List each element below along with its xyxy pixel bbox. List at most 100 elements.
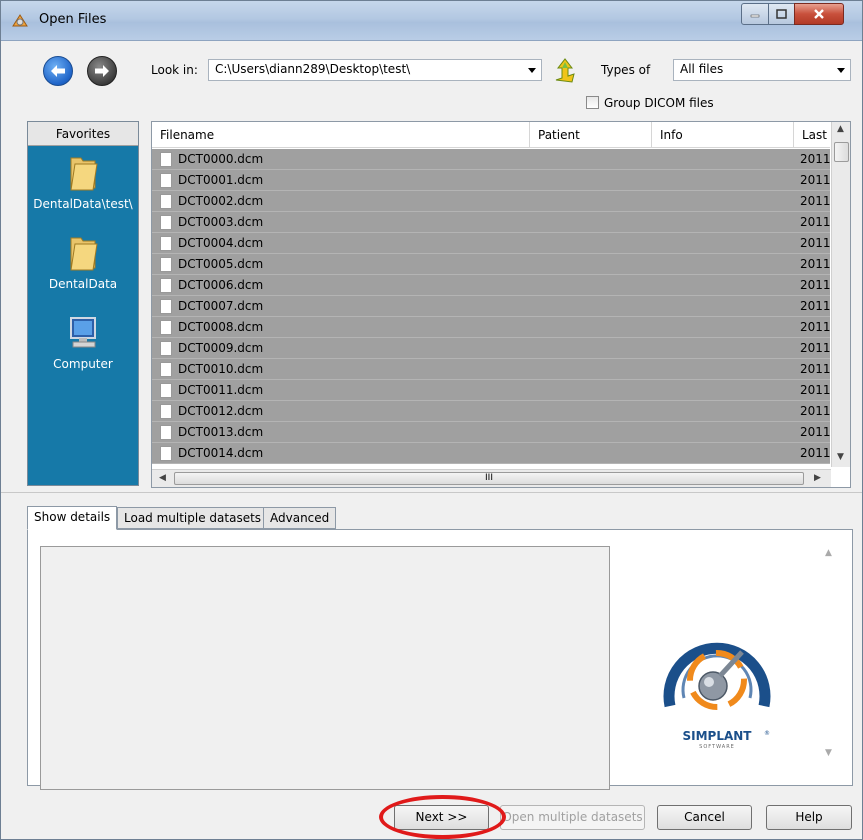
scroll-up-icon[interactable]: ▲	[837, 124, 844, 134]
details-box	[40, 546, 610, 790]
table-row[interactable]: DCT0013.dcm 2011	[152, 422, 831, 443]
horizontal-scrollbar[interactable]: ◀ III ▶	[152, 469, 831, 487]
panel-scroll-up-icon[interactable]: ▲	[825, 548, 832, 558]
favorites-header: Favorites	[28, 122, 138, 146]
file-name: DCT0014.dcm	[178, 446, 264, 460]
table-row[interactable]: DCT0004.dcm 2011	[152, 233, 831, 254]
table-row[interactable]: DCT0005.dcm 2011	[152, 254, 831, 275]
vertical-scroll-thumb[interactable]	[834, 142, 849, 162]
file-icon	[160, 278, 172, 293]
back-button[interactable]	[43, 56, 73, 86]
tab-load-multiple-datasets[interactable]: Load multiple datasets	[117, 507, 269, 529]
scroll-left-icon[interactable]: ◀	[159, 473, 166, 483]
file-icon	[160, 362, 172, 377]
arrow-left-icon	[51, 65, 65, 77]
vertical-scrollbar[interactable]: ▲ ▼	[831, 122, 850, 467]
title-bar[interactable]: Open Files	[1, 1, 862, 41]
favorite-label: DentalData\test\	[33, 197, 133, 211]
file-name: DCT0007.dcm	[178, 299, 264, 313]
favorite-dentaldata[interactable]: DentalData	[28, 232, 138, 291]
open-multiple-datasets-button[interactable]: Open multiple datasets	[500, 805, 645, 830]
folder-icon	[70, 237, 98, 271]
close-icon	[814, 9, 824, 19]
favorite-dentaldata-test[interactable]: DentalData\test\	[28, 152, 138, 211]
table-row[interactable]: DCT0007.dcm 2011	[152, 296, 831, 317]
file-last-modified: 2011	[800, 278, 831, 292]
look-in-value: C:\Users\diann289\Desktop\test\	[215, 62, 411, 76]
file-last-modified: 2011	[800, 425, 831, 439]
table-row[interactable]: DCT0008.dcm 2011	[152, 317, 831, 338]
panel-scrollbar[interactable]: ▲ ▼	[821, 538, 839, 778]
types-of-select[interactable]: All files	[673, 59, 851, 81]
maximize-icon	[776, 9, 787, 19]
file-icon	[160, 215, 172, 230]
simplant-logo: SIMPLANT ® SOFTWARE	[663, 642, 771, 750]
file-name: DCT0002.dcm	[178, 194, 264, 208]
close-button[interactable]	[794, 3, 844, 25]
scroll-right-icon[interactable]: ▶	[814, 473, 821, 483]
horizontal-scroll-thumb[interactable]: III	[174, 472, 804, 485]
look-in-label: Look in:	[151, 63, 198, 77]
file-list-header: Filename Patient Info Last	[152, 122, 830, 148]
look-in-combobox[interactable]: C:\Users\diann289\Desktop\test\	[208, 59, 542, 81]
logo-sub: SOFTWARE	[699, 744, 735, 750]
file-last-modified: 2011	[800, 152, 831, 166]
logo-trademark: ®	[764, 730, 770, 737]
group-dicom-label[interactable]: Group DICOM files	[604, 96, 714, 110]
file-last-modified: 2011	[800, 173, 831, 187]
favorite-label: Computer	[53, 357, 113, 371]
table-row[interactable]: DCT0003.dcm 2011	[152, 212, 831, 233]
table-row[interactable]: DCT0009.dcm 2011	[152, 338, 831, 359]
tab-advanced[interactable]: Advanced	[263, 507, 337, 529]
file-name: DCT0000.dcm	[178, 152, 264, 166]
table-row[interactable]: DCT0011.dcm 2011	[152, 380, 831, 401]
file-icon	[160, 320, 172, 335]
group-dicom-checkbox[interactable]	[586, 96, 599, 109]
logo-brand: SIMPLANT	[682, 729, 752, 743]
table-row[interactable]: DCT0001.dcm 2011	[152, 170, 831, 191]
divider	[1, 492, 862, 493]
file-name: DCT0008.dcm	[178, 320, 264, 334]
types-of-value: All files	[680, 62, 724, 76]
types-of-label: Types of	[601, 63, 651, 77]
details-panel: SIMPLANT ® SOFTWARE ▲ ▼	[27, 529, 853, 790]
file-last-modified: 2011	[800, 404, 831, 418]
file-icon	[160, 425, 172, 440]
favorite-computer[interactable]: Computer	[28, 312, 138, 371]
file-icon	[160, 299, 172, 314]
table-row[interactable]: DCT0012.dcm 2011	[152, 401, 831, 422]
table-row[interactable]: DCT0014.dcm 2011	[152, 443, 831, 464]
maximize-button[interactable]	[768, 3, 795, 25]
cancel-button[interactable]: Cancel	[657, 805, 752, 830]
file-last-modified: 2011	[800, 257, 831, 271]
file-last-modified: 2011	[800, 446, 831, 460]
file-name: DCT0001.dcm	[178, 173, 264, 187]
table-row[interactable]: DCT0000.dcm 2011	[152, 149, 831, 170]
forward-button[interactable]	[87, 56, 117, 86]
file-last-modified: 2011	[800, 194, 831, 208]
file-list[interactable]: Filename Patient Info Last DCT0000.dcm 20…	[151, 121, 851, 488]
arrow-right-icon	[95, 65, 109, 77]
minimize-button[interactable]	[741, 3, 769, 25]
file-last-modified: 2011	[800, 299, 831, 313]
look-in-dropdown-icon[interactable]	[528, 68, 536, 73]
table-row[interactable]: DCT0002.dcm 2011	[152, 191, 831, 212]
file-icon	[160, 194, 172, 209]
file-name: DCT0004.dcm	[178, 236, 264, 250]
file-last-modified: 2011	[800, 341, 831, 355]
column-last[interactable]: Last	[794, 122, 830, 148]
types-dropdown-icon[interactable]	[837, 68, 845, 73]
column-info[interactable]: Info	[652, 122, 794, 148]
panel-scroll-down-icon[interactable]: ▼	[825, 748, 832, 758]
scroll-down-icon[interactable]: ▼	[837, 452, 844, 462]
file-icon	[160, 173, 172, 188]
column-patient[interactable]: Patient	[530, 122, 652, 148]
table-row[interactable]: DCT0006.dcm 2011	[152, 275, 831, 296]
file-name: DCT0012.dcm	[178, 404, 264, 418]
file-last-modified: 2011	[800, 215, 831, 229]
table-row[interactable]: DCT0010.dcm 2011	[152, 359, 831, 380]
column-filename[interactable]: Filename	[152, 122, 530, 148]
help-button[interactable]: Help	[766, 805, 852, 830]
tab-show-details[interactable]: Show details	[27, 506, 118, 530]
folder-up-icon[interactable]	[552, 56, 578, 84]
